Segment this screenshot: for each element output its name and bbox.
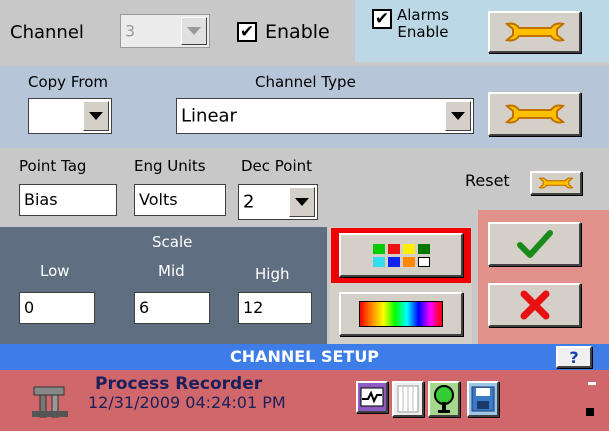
channel-setup-title: CHANNEL SETUP [0, 344, 609, 370]
channel-type-select[interactable]: Linear [176, 98, 474, 134]
enable-checkbox[interactable]: ✔ [237, 22, 257, 42]
point-tag-input[interactable]: Bias [19, 184, 117, 216]
checkmark-icon [516, 230, 553, 258]
title-text: CHANNEL SETUP [229, 347, 380, 366]
channel-setup-screen: Channel 3 ✔ Enable ✔ Alarms Enable Copy … [0, 0, 609, 431]
alarms-enable-label: Alarms Enable [397, 6, 449, 41]
channel-select[interactable]: 3 [120, 14, 210, 48]
disk-icon [471, 386, 495, 412]
copy-from-select[interactable] [28, 98, 112, 134]
chevron-down-icon [445, 101, 471, 131]
alarm-icon [434, 385, 454, 413]
alarms-enable-checkbox[interactable]: ✔ [372, 9, 392, 29]
help-button[interactable]: ? [556, 346, 592, 368]
channel-type-label: Channel Type [255, 73, 356, 91]
close-icon [520, 290, 549, 320]
palette-swatch [387, 256, 400, 267]
dec-point-label: Dec Point [241, 157, 313, 175]
palette-icon [372, 243, 430, 267]
copy-from-label: Copy From [28, 73, 108, 91]
spectrum-icon [359, 301, 443, 327]
palette-swatch [417, 243, 430, 254]
wrench-icon [504, 104, 565, 124]
scale-low-label: Low [40, 262, 70, 280]
dec-point-value: 2 [243, 191, 255, 213]
grid-icon [397, 385, 419, 413]
chevron-down-icon [181, 17, 207, 45]
eng-units-input[interactable]: Volts [134, 184, 226, 216]
channel-type-value: Linear [181, 105, 237, 127]
status-indicator [586, 408, 594, 416]
scale-title: Scale [152, 233, 193, 251]
reset-button[interactable] [530, 171, 582, 195]
palette-swatch [372, 256, 385, 267]
scale-mid-input[interactable]: 6 [134, 292, 210, 324]
color-spectrum-button[interactable] [339, 292, 463, 336]
palette-swatch [387, 243, 400, 254]
reset-label: Reset [465, 171, 510, 190]
channel-label: Channel [10, 22, 84, 43]
scale-high-input[interactable]: 12 [238, 292, 312, 324]
alarm-button[interactable] [428, 381, 460, 417]
palette-swatch [402, 256, 415, 267]
ok-button[interactable] [488, 222, 581, 266]
alarms-config-button[interactable] [488, 11, 581, 53]
app-name: Process Recorder [95, 374, 263, 394]
channel-type-config-button[interactable] [488, 92, 581, 136]
chevron-down-icon [289, 187, 315, 217]
color-palette-button[interactable] [339, 233, 463, 277]
scale-mid-label: Mid [158, 262, 185, 280]
trend-icon [360, 387, 384, 407]
wrench-icon [538, 177, 574, 189]
tools-icon[interactable] [30, 381, 70, 421]
trend-button[interactable] [356, 381, 388, 413]
scale-high-label: High [255, 265, 290, 283]
status-indicator-top [588, 382, 596, 385]
palette-swatch [372, 243, 385, 254]
eng-units-label: Eng Units [134, 157, 206, 175]
enable-label: Enable [265, 21, 330, 43]
palette-swatch [402, 243, 415, 254]
data-view-button[interactable] [392, 381, 424, 417]
status-datetime: 12/31/2009 04:24:01 PM [88, 393, 286, 412]
scale-low-input[interactable]: 0 [19, 292, 95, 324]
save-button[interactable] [467, 381, 499, 417]
wrench-icon [504, 22, 565, 42]
help-icon: ? [569, 347, 579, 367]
point-tag-label: Point Tag [19, 157, 87, 175]
channel-value: 3 [125, 21, 136, 41]
palette-swatch [417, 256, 430, 267]
cancel-button[interactable] [488, 283, 581, 327]
dec-point-select[interactable]: 2 [238, 184, 318, 220]
chevron-down-icon [83, 101, 109, 131]
